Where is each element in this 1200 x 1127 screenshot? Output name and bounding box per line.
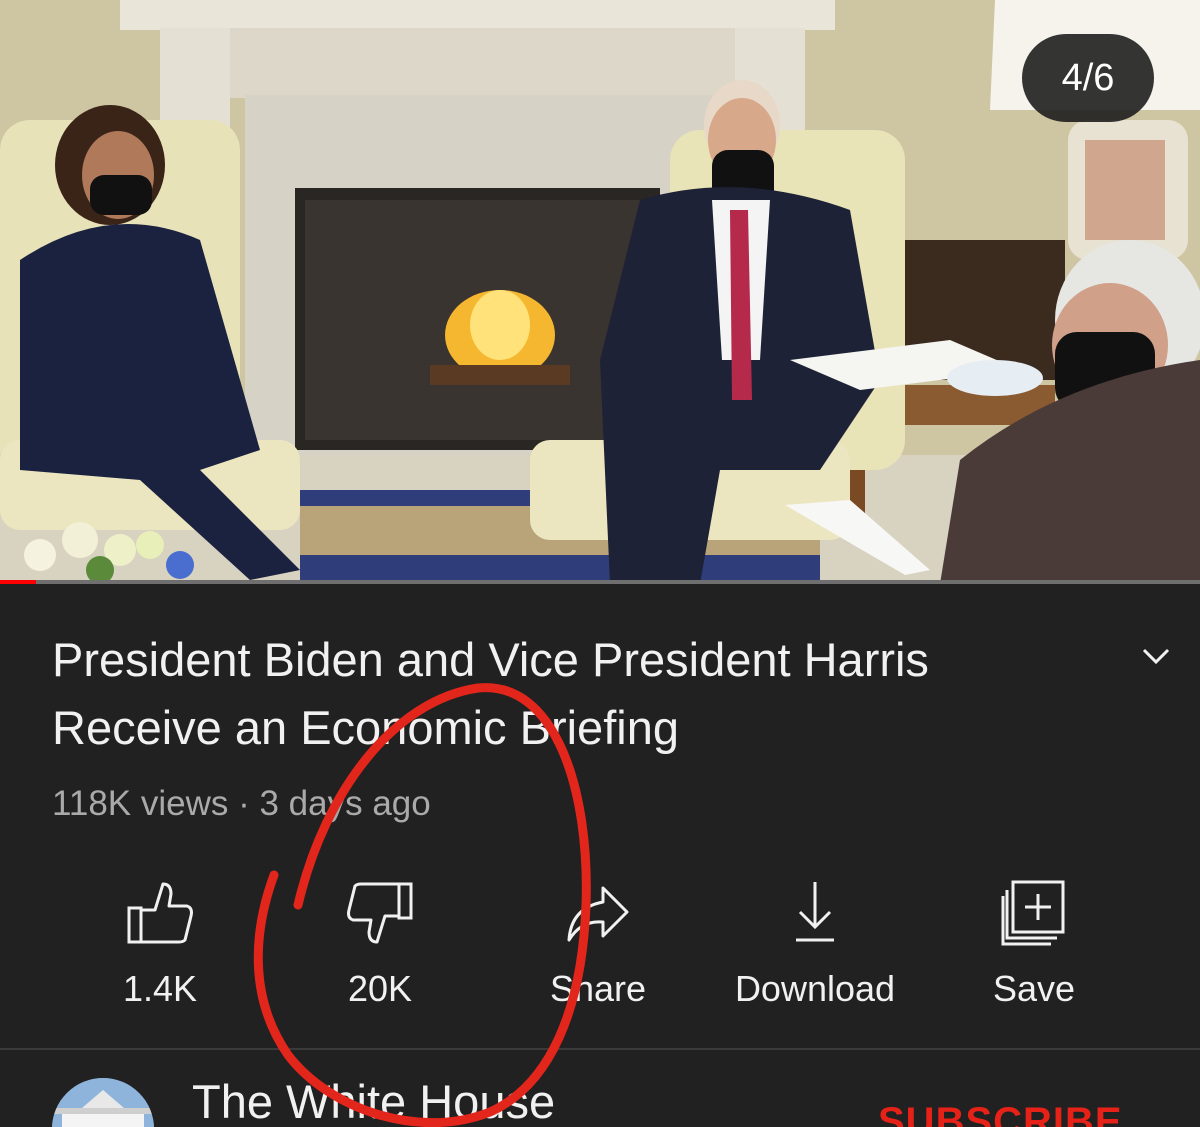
- youtube-video-page: 4/6 President Biden and Vice President H…: [0, 0, 1200, 1127]
- share-label: Share: [549, 968, 647, 1009]
- thumbs-down-icon: [347, 882, 413, 944]
- channel-name[interactable]: The White House: [192, 1074, 555, 1127]
- video-progress-fill: [0, 580, 36, 584]
- action-bar: 1.4K 20K Share Download Save: [0, 870, 1200, 1020]
- dislike-button[interactable]: 20K: [280, 870, 480, 1020]
- dislike-count: 20K: [347, 968, 413, 1009]
- video-progress-bar[interactable]: [0, 580, 1200, 584]
- channel-avatar[interactable]: [52, 1078, 154, 1127]
- media-counter-badge: 4/6: [1022, 34, 1154, 122]
- add-to-playlist-icon: [1001, 880, 1065, 946]
- download-label: Download: [734, 968, 896, 1009]
- video-meta: 118K views · 3 days ago: [52, 784, 431, 823]
- video-title[interactable]: President Biden and Vice President Harri…: [52, 626, 1052, 762]
- save-label: Save: [992, 968, 1076, 1009]
- save-button[interactable]: Save: [934, 870, 1134, 1020]
- download-button[interactable]: Download: [715, 870, 915, 1020]
- like-count: 1.4K: [122, 968, 198, 1009]
- thumbs-up-icon: [127, 882, 193, 944]
- share-arrow-icon: [567, 886, 629, 942]
- chevron-down-icon[interactable]: [1136, 636, 1176, 676]
- divider: [0, 1048, 1200, 1050]
- video-frame: [0, 0, 1200, 584]
- video-player[interactable]: 4/6: [0, 0, 1200, 584]
- download-icon: [796, 882, 834, 942]
- subscribe-button[interactable]: SUBSCRIBE: [878, 1100, 1123, 1127]
- video-title-line-1: President Biden and Vice President Harri…: [52, 633, 929, 686]
- like-button[interactable]: 1.4K: [60, 870, 260, 1020]
- share-button[interactable]: Share: [498, 870, 698, 1020]
- video-title-line-2: Receive an Economic Briefing: [52, 701, 679, 754]
